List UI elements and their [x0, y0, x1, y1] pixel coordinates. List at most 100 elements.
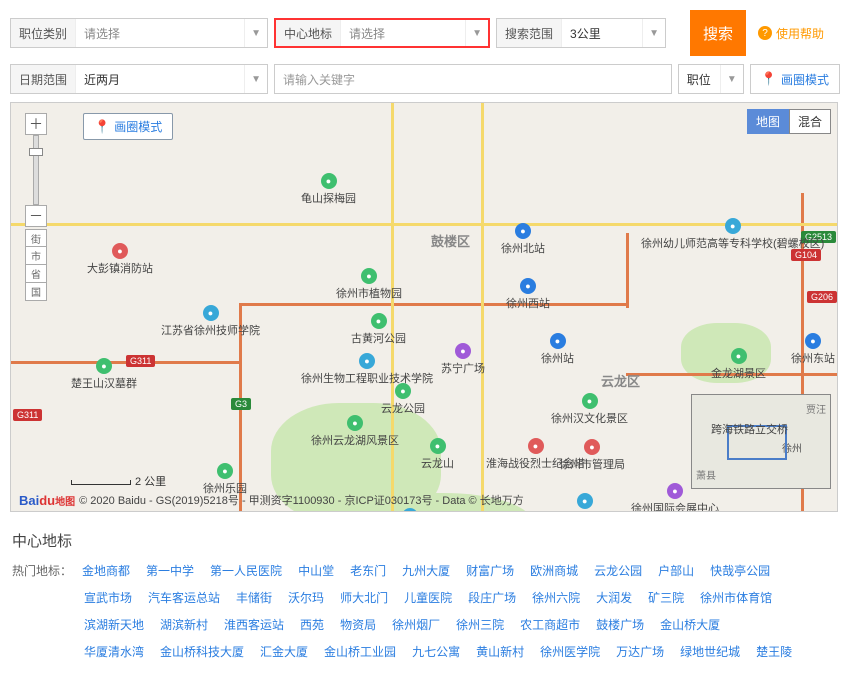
poi[interactable]: ●江苏省徐州技师学院 [161, 305, 260, 338]
poi[interactable]: ●龟山探梅园 [301, 173, 356, 206]
minimap[interactable]: 徐州 萧县 贾汪 [691, 394, 831, 489]
poi[interactable]: ●徐州东站 [791, 333, 835, 366]
poi-icon: ● [455, 343, 471, 359]
radius-value: 3公里 [562, 25, 642, 42]
poi[interactable]: ●金龙湖景区 [711, 348, 766, 381]
zoom-tag-province[interactable]: 省 [25, 265, 47, 283]
landmark-link[interactable]: 万达广场 [616, 642, 664, 662]
highway [239, 303, 629, 306]
poi-label: 金龙湖景区 [711, 365, 766, 381]
poi[interactable]: ●楚王山汉墓群 [71, 358, 137, 391]
poi[interactable]: ●徐州市植物园 [336, 268, 402, 301]
district-yunlong: 云龙区 [601, 371, 640, 390]
landmark-link[interactable]: 云龙公园 [594, 561, 642, 581]
landmark-link[interactable]: 金地商都 [82, 561, 130, 581]
landmark-link[interactable]: 老东门 [350, 561, 386, 581]
map-type-map[interactable]: 地图 [747, 109, 789, 134]
poi[interactable]: ●云龙山 [421, 438, 454, 471]
landmark-link[interactable]: 儿童医院 [404, 588, 452, 608]
zoom-level-tags: 街 市 省 国 [25, 229, 47, 301]
map-mode-button[interactable]: 📍 画圈模式 [750, 64, 840, 94]
landmark-link[interactable]: 徐州烟厂 [392, 615, 440, 635]
landmark-link[interactable]: 段庄广场 [468, 588, 516, 608]
landmark-link[interactable]: 矿三院 [648, 588, 684, 608]
landmark-link[interactable]: 黄山新村 [476, 642, 524, 662]
poi[interactable]: ●徐州国际会展中心 [631, 483, 719, 512]
shield-g206: G206 [807, 291, 837, 303]
landmark-link[interactable]: 金山桥大厦 [660, 615, 720, 635]
landmark-link[interactable]: 财富广场 [466, 561, 514, 581]
zoom-in-button[interactable]: ＋ [25, 113, 47, 135]
landmark-link[interactable]: 西苑 [300, 615, 324, 635]
landmark-link[interactable]: 物资局 [340, 615, 376, 635]
category-select[interactable]: 职位类别 请选择 ▼ [10, 18, 268, 48]
landmark-link[interactable]: 绿地世纪城 [680, 642, 740, 662]
landmark-link[interactable]: 淮西客运站 [224, 615, 284, 635]
poi[interactable]: ●徐州汉文化景区 [551, 393, 628, 426]
landmark-link[interactable]: 九州大厦 [402, 561, 450, 581]
radius-select[interactable]: 搜索范围 3公里 ▼ [496, 18, 666, 48]
landmark-link[interactable]: 金山桥科技大厦 [160, 642, 244, 662]
landmark-link[interactable]: 金山桥工业园 [324, 642, 396, 662]
map-canvas[interactable]: 鼓楼区 云龙区 G3 G311 G311 G104 G206 G2513 📍 画… [10, 102, 838, 512]
landmark-link[interactable]: 户部山 [658, 561, 694, 581]
landmark-link[interactable]: 滨湖新天地 [84, 615, 144, 635]
landmark-link[interactable]: 汇金大厦 [260, 642, 308, 662]
zoom-slider[interactable] [33, 135, 39, 205]
landmark-link[interactable]: 华厦清水湾 [84, 642, 144, 662]
help-link[interactable]: ? 使用帮助 [758, 25, 824, 42]
poi[interactable]: ●苏宁广场 [441, 343, 485, 376]
map-mode-overlay[interactable]: 📍 画圈模式 [83, 113, 173, 140]
zoom-tag-city[interactable]: 市 [25, 247, 47, 265]
poi[interactable]: ●徐州西站 [506, 278, 550, 311]
poi-icon: ● [361, 268, 377, 284]
landmark-link[interactable]: 九七公寓 [412, 642, 460, 662]
poi[interactable]: ●徐州云龙湖风景区 [311, 415, 399, 448]
keyword-input[interactable]: 请输入关键字 [274, 64, 672, 94]
landmark-link[interactable]: 宣武市场 [84, 588, 132, 608]
landmark-link[interactable]: 湖滨新村 [160, 615, 208, 635]
poi[interactable]: ●中国矿业大学(南湖校区) [351, 508, 468, 512]
zoom-handle[interactable] [29, 148, 43, 156]
poi[interactable]: ●中国矿业大学(文昌校区) [526, 493, 643, 512]
poi[interactable]: ●徐州站 [541, 333, 574, 366]
landmark-link[interactable]: 丰储街 [236, 588, 272, 608]
landmark-value: 请选择 [341, 25, 465, 42]
landmark-link[interactable]: 农工商超市 [520, 615, 580, 635]
landmark-link[interactable]: 欧洲商城 [530, 561, 578, 581]
landmark-select[interactable]: 中心地标 请选择 ▼ [274, 18, 490, 48]
landmark-link[interactable]: 徐州市体育馆 [700, 588, 772, 608]
poi[interactable]: ●徐州乐园 [203, 463, 247, 496]
landmark-link[interactable]: 师大北门 [340, 588, 388, 608]
landmark-link[interactable]: 汽车客运总站 [148, 588, 220, 608]
landmark-link[interactable]: 第一人民医院 [210, 561, 282, 581]
poi[interactable]: ●徐州幼儿师范高等专科学校(碧螺校区) [641, 218, 824, 251]
poi[interactable]: ●云龙公园 [381, 383, 425, 416]
landmark-link[interactable]: 快哉亭公园 [710, 561, 770, 581]
landmark-link[interactable]: 徐州医学院 [540, 642, 600, 662]
zoom-out-button[interactable]: － [25, 205, 47, 227]
job-select[interactable]: 职位 ▼ [678, 64, 744, 94]
map-type-hybrid[interactable]: 混合 [789, 109, 831, 134]
landmark-link[interactable]: 中山堂 [298, 561, 334, 581]
poi[interactable]: ●徐州生物工程职业技术学院 [301, 353, 433, 386]
poi[interactable]: ●大彭镇消防站 [87, 243, 153, 276]
poi[interactable]: ●徐州市管理局 [559, 439, 625, 472]
landmark-row: 热门地标：金地商都第一中学第一人民医院中山堂老东门九州大厦财富广场欧洲商城云龙公… [12, 561, 838, 581]
landmark-link[interactable]: 大润发 [596, 588, 632, 608]
poi[interactable]: ●徐州北站 [501, 223, 545, 256]
job-label: 职位 [679, 71, 720, 88]
landmark-link[interactable]: 徐州六院 [532, 588, 580, 608]
landmark-link[interactable]: 沃尔玛 [288, 588, 324, 608]
poi[interactable]: ●古黄河公园 [351, 313, 406, 346]
search-button[interactable]: 搜索 [690, 10, 746, 56]
landmark-link[interactable]: 第一中学 [146, 561, 194, 581]
date-select[interactable]: 日期范围 近两月 ▼ [10, 64, 268, 94]
poi[interactable]: 跨海铁路立交桥 [711, 421, 788, 437]
poi-label: 云龙公园 [381, 400, 425, 416]
zoom-tag-country[interactable]: 国 [25, 283, 47, 301]
landmark-link[interactable]: 鼓楼广场 [596, 615, 644, 635]
zoom-tag-street[interactable]: 街 [25, 229, 47, 247]
landmark-link[interactable]: 楚王陵 [756, 642, 792, 662]
landmark-link[interactable]: 徐州三院 [456, 615, 504, 635]
